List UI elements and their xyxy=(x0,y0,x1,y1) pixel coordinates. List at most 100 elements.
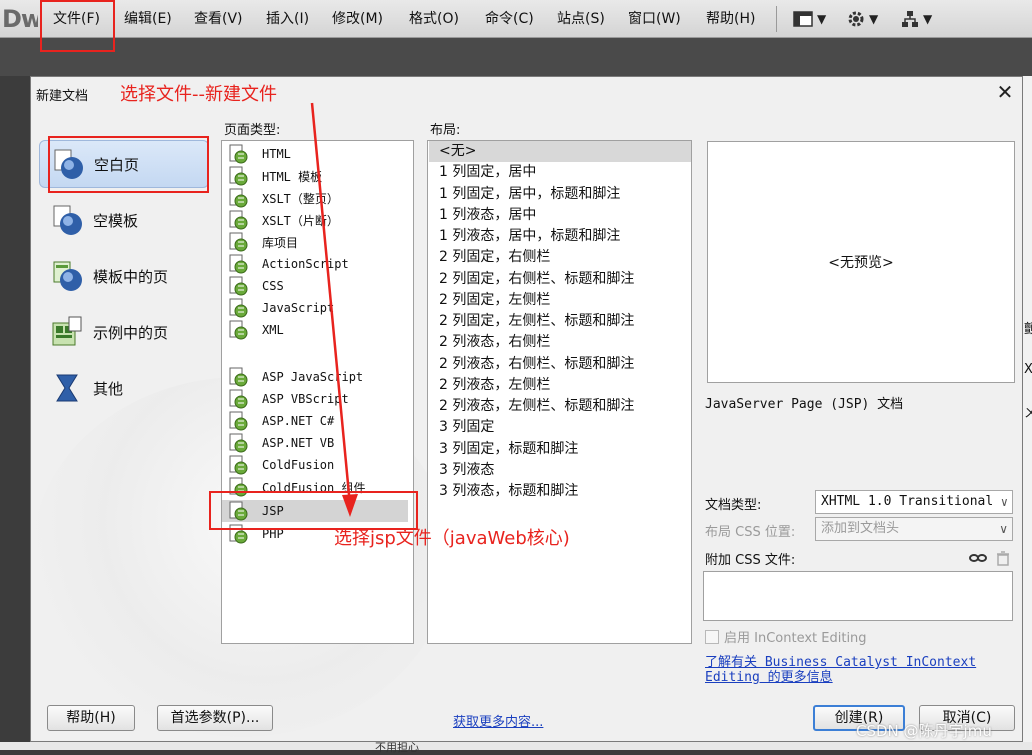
annotation-step2-text: 选择jsp文件（javaWeb核心) xyxy=(334,528,570,549)
menu-view[interactable]: 查看(V) xyxy=(194,9,243,29)
layout-item[interactable]: 2 列液态，左侧栏、标题和脚注 xyxy=(429,396,691,417)
close-icon[interactable]: ✕ xyxy=(993,81,1017,105)
layout-item[interactable]: 2 列固定，右侧栏 xyxy=(429,247,691,268)
annotation-arrow-icon xyxy=(310,102,358,517)
layout-item[interactable]: 3 列液态 xyxy=(429,460,691,481)
menu-modify[interactable]: 修改(M) xyxy=(332,9,383,29)
page-type-icon xyxy=(229,254,248,274)
learn-more-link[interactable]: 了解有关 Business Catalyst InContext Editing… xyxy=(705,655,1005,685)
document-description: JavaServer Page (JSP) 文档 xyxy=(705,397,904,412)
page-type-icon xyxy=(229,276,248,296)
layout-item[interactable]: 1 列固定，居中 xyxy=(429,162,691,183)
layout-item[interactable]: 3 列液态，标题和脚注 xyxy=(429,481,691,502)
layout-css-location-select[interactable]: 添加到文档头 ∨ xyxy=(815,517,1013,541)
app-toolbar-background xyxy=(0,38,1032,76)
annotation-step1-text: 选择文件--新建文件 xyxy=(120,84,277,105)
page-type-icon xyxy=(229,455,248,475)
chevron-down-icon: ▼ xyxy=(817,12,827,26)
page-type-icon xyxy=(229,166,248,186)
layout-item-selected[interactable]: <无> xyxy=(429,141,691,162)
menu-help[interactable]: 帮助(H) xyxy=(706,9,755,29)
page-type-icon xyxy=(229,232,248,252)
layout-list[interactable]: <无> 1 列固定，居中 1 列固定，居中，标题和脚注 1 列液态，居中 1 列… xyxy=(427,140,692,644)
background-text-fragment: X xyxy=(1024,362,1032,377)
help-button[interactable]: 帮助(H) xyxy=(47,705,135,731)
layout-item[interactable]: 3 列固定，标题和脚注 xyxy=(429,439,691,460)
doctype-label: 文档类型: xyxy=(705,498,762,513)
layout-item[interactable]: 2 列固定，左侧栏 xyxy=(429,290,691,311)
page-type-icon xyxy=(229,367,248,387)
dreamweaver-logo: Dw xyxy=(2,5,38,33)
page-type-icon xyxy=(229,433,248,453)
menu-site[interactable]: 站点(S) xyxy=(557,9,605,29)
watermark: CSDN @陈丹宇jmu xyxy=(856,722,992,740)
sitemap-icon xyxy=(902,11,918,27)
incontext-editing-checkbox[interactable] xyxy=(705,629,719,644)
blank-template-icon xyxy=(53,205,82,235)
menu-edit[interactable]: 编辑(E) xyxy=(124,9,172,29)
category-page-from-sample[interactable]: 示例中的页 xyxy=(39,308,209,356)
doctype-value: XHTML 1.0 Transitional xyxy=(821,494,994,509)
category-blank-template[interactable]: 空模板 xyxy=(39,196,209,244)
layout-item[interactable]: 2 列固定，右侧栏、标题和脚注 xyxy=(429,269,691,290)
layout-item[interactable]: 1 列固定，居中，标题和脚注 xyxy=(429,184,691,205)
preferences-button[interactable]: 首选参数(P)... xyxy=(157,705,273,731)
incontext-editing-option[interactable]: 启用 InContext Editing xyxy=(705,627,867,646)
layout-item[interactable]: 2 列液态，右侧栏、标题和脚注 xyxy=(429,354,691,375)
layout-tool[interactable]: ▼ xyxy=(793,8,826,30)
site-tool[interactable]: ▼ xyxy=(901,8,932,30)
page-type-icon xyxy=(229,411,248,431)
layout-icon xyxy=(793,11,813,27)
page-type-icon xyxy=(229,210,248,230)
layout-item[interactable]: 3 列固定 xyxy=(429,417,691,438)
layout-item[interactable]: 2 列固定，左侧栏、标题和脚注 xyxy=(429,311,691,332)
menu-separator xyxy=(776,6,777,32)
menu-format[interactable]: 格式(O) xyxy=(409,9,459,29)
preview-text: <无预览> xyxy=(828,255,894,271)
layout-css-location-value: 添加到文档头 xyxy=(821,521,900,536)
layout-item[interactable]: 1 列液态，居中 xyxy=(429,205,691,226)
chevron-down-icon: ∨ xyxy=(999,522,1008,536)
chevron-down-icon: ▼ xyxy=(923,12,933,26)
menu-insert[interactable]: 插入(I) xyxy=(266,9,309,29)
page-type-icon xyxy=(229,320,248,340)
layout-label: 布局: xyxy=(430,123,461,138)
background-text-fragment: ㄨ xyxy=(1024,406,1032,421)
other-icon xyxy=(56,374,78,402)
incontext-editing-label: 启用 InContext Editing xyxy=(724,631,867,646)
chevron-down-icon: ∨ xyxy=(1000,495,1008,509)
settings-tool[interactable]: ▼ xyxy=(847,8,878,30)
gear-icon xyxy=(848,11,864,27)
page-type-icon xyxy=(229,144,248,164)
annotation-box-blank-page xyxy=(48,136,209,193)
category-label: 其他 xyxy=(93,379,124,398)
category-label: 模板中的页 xyxy=(93,267,169,286)
get-more-content-link[interactable]: 获取更多内容... xyxy=(453,711,543,730)
chevron-down-icon: ▼ xyxy=(869,12,879,26)
menu-commands[interactable]: 命令(C) xyxy=(485,9,534,29)
category-page-from-template[interactable]: 模板中的页 xyxy=(39,252,209,300)
menu-window[interactable]: 窗口(W) xyxy=(628,9,681,29)
dialog-title: 新建文档 xyxy=(36,89,89,104)
link-chain-icon[interactable] xyxy=(969,551,987,565)
layout-item[interactable]: 1 列液态，居中，标题和脚注 xyxy=(429,226,691,247)
page-type-icon xyxy=(229,298,248,318)
attach-css-label: 附加 CSS 文件: xyxy=(705,553,796,568)
app-bottom-background xyxy=(0,742,1032,750)
app-menubar: Dw 文件(F) 编辑(E) 查看(V) 插入(I) 修改(M) 格式(O) 命… xyxy=(0,0,1032,38)
preview-box: <无预览> xyxy=(707,141,1015,383)
layout-item[interactable]: 2 列液态，右侧栏 xyxy=(429,332,691,353)
page-type-icon xyxy=(229,188,248,208)
layout-css-location-label: 布局 CSS 位置: xyxy=(705,525,796,540)
doctype-select[interactable]: XHTML 1.0 Transitional ∨ xyxy=(815,490,1013,514)
category-label: 示例中的页 xyxy=(93,323,169,342)
trash-icon[interactable] xyxy=(996,551,1010,566)
background-text-fragment: 颤 xyxy=(1024,322,1032,337)
page-type-label: 页面类型: xyxy=(224,123,281,138)
page-type-icon xyxy=(229,389,248,409)
category-label: 空模板 xyxy=(93,211,139,230)
category-other[interactable]: 其他 xyxy=(39,364,209,412)
layout-item[interactable]: 2 列液态，左侧栏 xyxy=(429,375,691,396)
template-page-icon xyxy=(53,261,82,291)
attached-css-list[interactable] xyxy=(703,571,1013,621)
